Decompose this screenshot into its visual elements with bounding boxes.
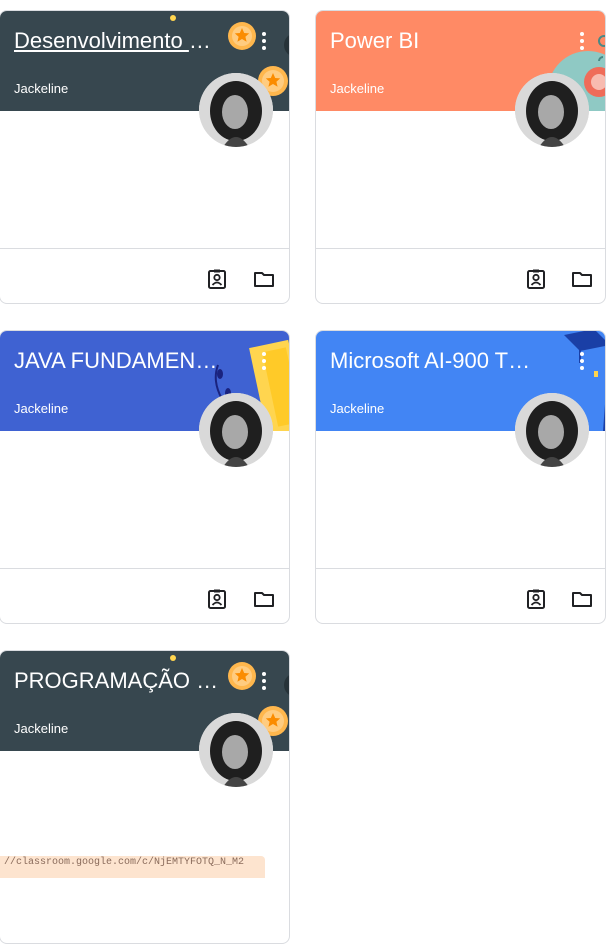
more-vert-icon[interactable]	[570, 349, 594, 373]
more-vert-icon[interactable]	[252, 29, 276, 53]
course-card[interactable]: JAVA FUNDAMENTAL... Jackeline	[0, 330, 290, 624]
avatar	[515, 73, 589, 147]
course-owner[interactable]: Jackeline	[330, 401, 384, 416]
assignment-ind-icon[interactable]	[524, 587, 548, 611]
more-vert-icon[interactable]	[252, 349, 276, 373]
course-owner[interactable]: Jackeline	[14, 401, 68, 416]
course-title[interactable]: Microsoft AI-900 T1 -...	[330, 347, 535, 375]
more-vert-icon[interactable]	[252, 669, 276, 693]
avatar	[199, 393, 273, 467]
divider	[0, 248, 289, 249]
folder-icon[interactable]	[252, 587, 276, 611]
course-title[interactable]: PROGRAMAÇÃO PY...	[14, 667, 219, 695]
course-title[interactable]: Power BI	[330, 27, 535, 55]
folder-icon[interactable]	[252, 267, 276, 291]
assignment-ind-icon[interactable]	[524, 267, 548, 291]
course-title[interactable]: Desenvolvimento de ...	[14, 27, 219, 55]
course-card[interactable]: Microsoft AI-900 T1 -... Jackeline	[315, 330, 606, 624]
avatar	[199, 713, 273, 787]
assignment-ind-icon[interactable]	[205, 267, 229, 291]
more-vert-icon[interactable]	[570, 29, 594, 53]
course-card[interactable]: Desenvolvimento de ... Jackeline	[0, 10, 290, 304]
folder-icon[interactable]	[570, 267, 594, 291]
divider	[316, 248, 605, 249]
course-owner[interactable]: Jackeline	[14, 81, 68, 96]
course-card[interactable]: PROGRAMAÇÃO PY... Jackeline	[0, 650, 290, 944]
course-owner[interactable]: Jackeline	[330, 81, 384, 96]
folder-icon[interactable]	[570, 587, 594, 611]
course-owner[interactable]: Jackeline	[14, 721, 68, 736]
status-url-bar: //classroom.google.com/c/NjEMTYFOTQ_N_M2	[0, 856, 265, 878]
divider	[0, 568, 289, 569]
assignment-ind-icon[interactable]	[205, 587, 229, 611]
avatar	[199, 73, 273, 147]
avatar	[515, 393, 589, 467]
course-card[interactable]: Power BI Jackeline	[315, 10, 606, 304]
divider	[316, 568, 605, 569]
course-title[interactable]: JAVA FUNDAMENTAL...	[14, 347, 219, 375]
